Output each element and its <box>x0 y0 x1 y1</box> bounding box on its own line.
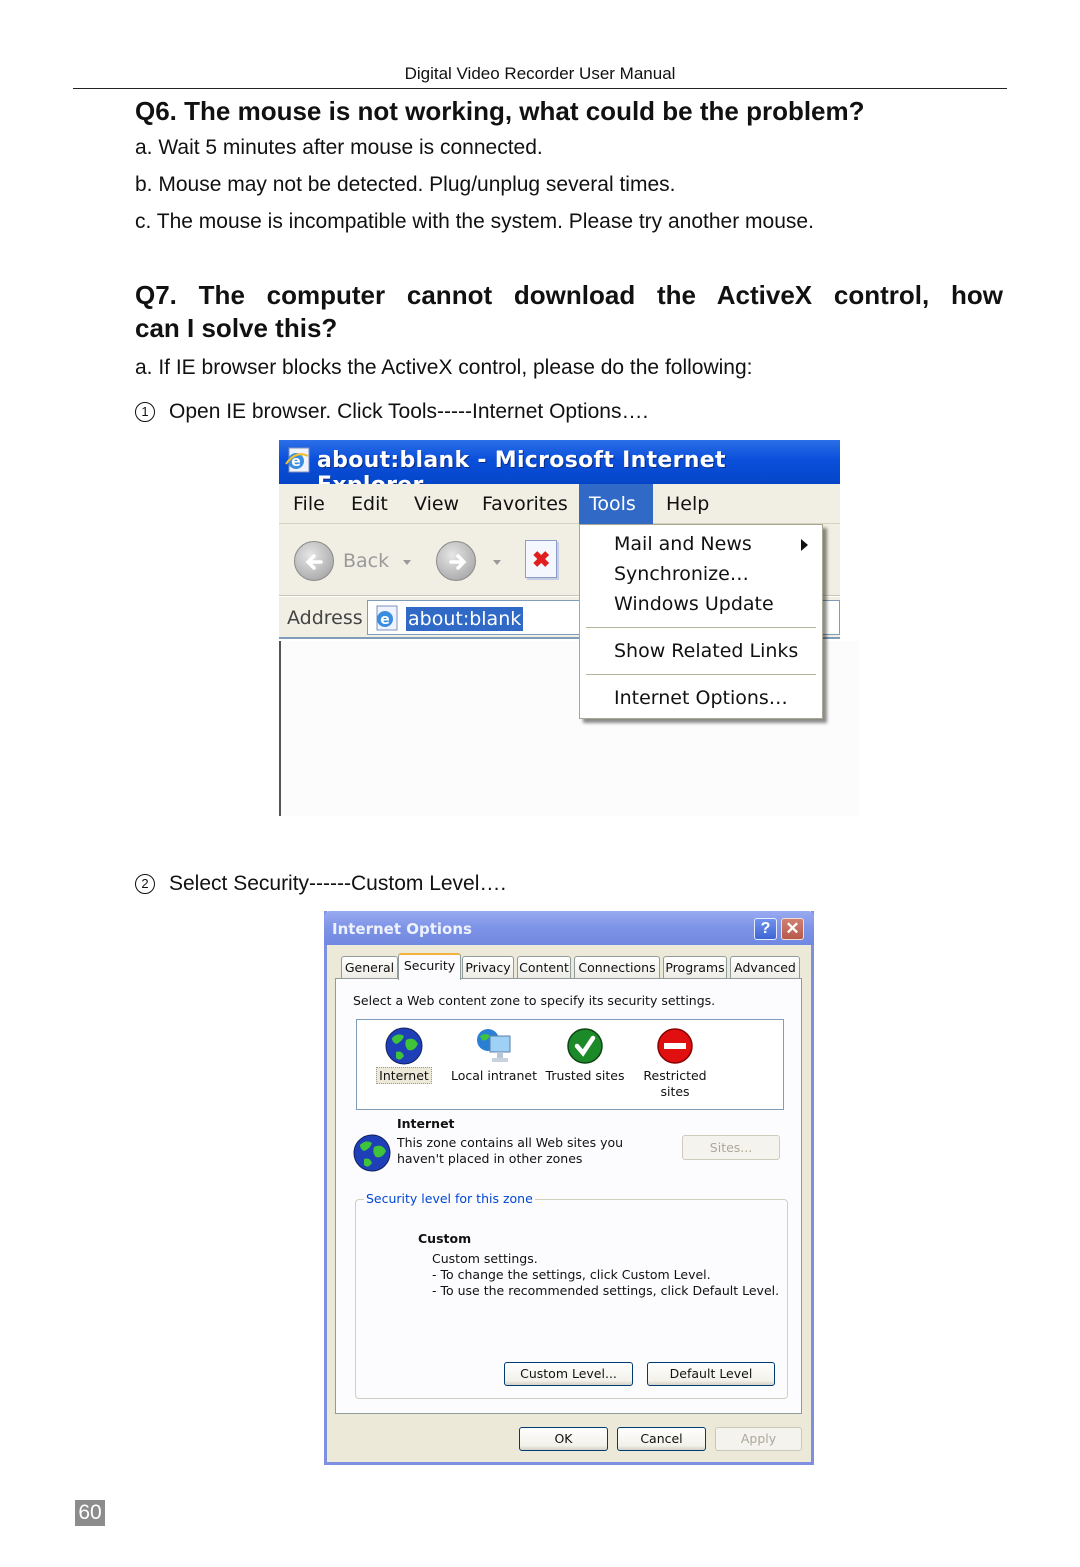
q6-heading: Q6. The mouse is not working, what could… <box>135 96 865 126</box>
trusted-check-icon <box>567 1028 603 1064</box>
menu-edit[interactable]: Edit <box>341 484 398 524</box>
q7-heading-line1: Q7. The computer cannot download the Act… <box>135 280 1003 310</box>
menu-favorites[interactable]: Favorites <box>472 484 578 524</box>
zone-description-line1: This zone contains all Web sites you <box>397 1135 624 1150</box>
zone-trusted-sites[interactable]: Trusted sites <box>540 1020 630 1111</box>
stop-x-icon: ✖ <box>532 547 551 572</box>
security-level-name: Custom <box>418 1231 472 1246</box>
custom-level-button[interactable]: Custom Level... <box>504 1362 633 1386</box>
close-button[interactable]: ✕ <box>781 918 804 940</box>
zone-local-intranet[interactable]: Local intranet <box>449 1020 539 1111</box>
ie-window-screenshot: e about:blank - Microsoft Internet Explo… <box>279 440 859 816</box>
svg-text:e: e <box>380 612 390 628</box>
tab-general[interactable]: General <box>341 956 398 979</box>
security-level-group: Security level for this zone Custom Cust… <box>355 1191 788 1399</box>
ie-menu-bar: File Edit View Favorites Tools Help <box>279 484 840 524</box>
menu-item-mail-and-news[interactable]: Mail and News <box>580 529 822 559</box>
back-arrow-icon <box>305 554 323 570</box>
forward-dropdown-icon[interactable] <box>493 560 501 565</box>
q7-heading-line2: can I solve this? <box>135 313 338 343</box>
back-button[interactable] <box>294 541 334 581</box>
globe-icon <box>353 1134 391 1172</box>
security-level-line: - To use the recommended settings, click… <box>432 1283 780 1298</box>
q6-answer-a: a. Wait 5 minutes after mouse is connect… <box>135 136 543 159</box>
header-rule <box>73 88 1007 89</box>
submenu-arrow-icon <box>801 539 808 551</box>
tools-dropdown-menu: Mail and News Synchronize… Windows Updat… <box>579 524 823 719</box>
step-2: 2 Select Security------Custom Level…. <box>135 872 506 896</box>
step-number-badge: 2 <box>135 874 155 894</box>
dialog-title: Internet Options <box>332 920 472 938</box>
zone-label: Trusted sites <box>545 1068 625 1083</box>
tab-content[interactable]: Content <box>517 956 571 979</box>
zone-internet[interactable]: Internet <box>359 1020 449 1111</box>
apply-button[interactable]: Apply <box>715 1427 802 1451</box>
security-level-line: Custom settings. <box>432 1251 538 1266</box>
dialog-title-bar: Internet Options ? ✕ <box>324 911 814 945</box>
address-label: Address <box>287 607 363 629</box>
forward-arrow-icon <box>449 554 467 570</box>
address-value: about:blank <box>406 607 524 631</box>
tab-programs[interactable]: Programs <box>663 956 727 979</box>
cancel-button[interactable]: Cancel <box>617 1427 706 1451</box>
tab-privacy[interactable]: Privacy <box>462 956 514 979</box>
menu-item-synchronize[interactable]: Synchronize… <box>580 559 822 589</box>
zone-label: Local intranet <box>451 1068 537 1083</box>
tab-connections[interactable]: Connections <box>574 956 660 979</box>
help-button[interactable]: ? <box>754 918 777 940</box>
running-header: Digital Video Recorder User Manual <box>404 64 676 83</box>
menu-item-internet-options[interactable]: Internet Options… <box>580 683 822 713</box>
step-2-text: Select Security------Custom Level…. <box>169 872 507 895</box>
globe-icon <box>385 1027 423 1065</box>
ok-button[interactable]: OK <box>519 1427 608 1451</box>
internet-options-dialog: Internet Options ? ✕ General Security Pr… <box>324 911 814 1465</box>
ie-logo-icon: e <box>285 447 310 473</box>
step-1-text: Open IE browser. Click Tools-----Interne… <box>169 400 649 423</box>
q7-intro: a. If IE browser blocks the ActiveX cont… <box>135 356 753 379</box>
security-level-legend: Security level for this zone <box>364 1191 535 1206</box>
default-level-button[interactable]: Default Level <box>647 1362 775 1386</box>
zone-label: Restricted sites <box>643 1068 707 1099</box>
forward-button[interactable] <box>436 541 476 581</box>
step-1: 1 Open IE browser. Click Tools-----Intern… <box>135 400 648 424</box>
restricted-icon <box>657 1028 693 1064</box>
menu-separator <box>586 627 816 628</box>
security-level-line: - To change the settings, click Custom L… <box>432 1267 711 1282</box>
zone-prompt: Select a Web content zone to specify its… <box>353 993 716 1008</box>
security-tab-panel: Select a Web content zone to specify its… <box>335 978 802 1414</box>
zone-label: Internet <box>359 1067 449 1084</box>
menu-file[interactable]: File <box>283 484 335 524</box>
back-label: Back <box>343 550 390 572</box>
menu-item-windows-update[interactable]: Windows Update <box>580 589 822 619</box>
back-dropdown-icon[interactable] <box>403 560 411 565</box>
menu-item-show-related-links[interactable]: Show Related Links <box>580 636 822 666</box>
stop-button[interactable]: ✖ <box>525 540 557 578</box>
step-number-badge: 1 <box>135 402 155 422</box>
menu-help[interactable]: Help <box>656 484 719 524</box>
tab-advanced[interactable]: Advanced <box>730 956 800 979</box>
zone-restricted-sites[interactable]: Restricted sites <box>630 1020 720 1111</box>
menu-tools[interactable]: Tools <box>579 484 653 524</box>
menu-separator <box>586 674 816 675</box>
page-number: 60 <box>75 1500 105 1526</box>
q6-answer-c: c. The mouse is incompatible with the sy… <box>135 210 814 233</box>
sites-button[interactable]: Sites... <box>682 1135 780 1160</box>
menu-item-label: Mail and News <box>614 533 752 555</box>
zone-list: Internet Local intranet Trusted sites Re… <box>356 1019 784 1110</box>
ie-title-bar: e about:blank - Microsoft Internet Explo… <box>279 440 840 498</box>
tab-security[interactable]: Security <box>398 953 461 980</box>
intranet-icon <box>477 1029 511 1062</box>
q6-answer-b: b. Mouse may not be detected. Plug/unplu… <box>135 173 676 196</box>
zone-description-line2: haven't placed in other zones <box>397 1151 583 1166</box>
selected-zone-name: Internet <box>397 1116 455 1131</box>
ie-page-icon: e <box>376 605 398 631</box>
menu-view[interactable]: View <box>404 484 469 524</box>
